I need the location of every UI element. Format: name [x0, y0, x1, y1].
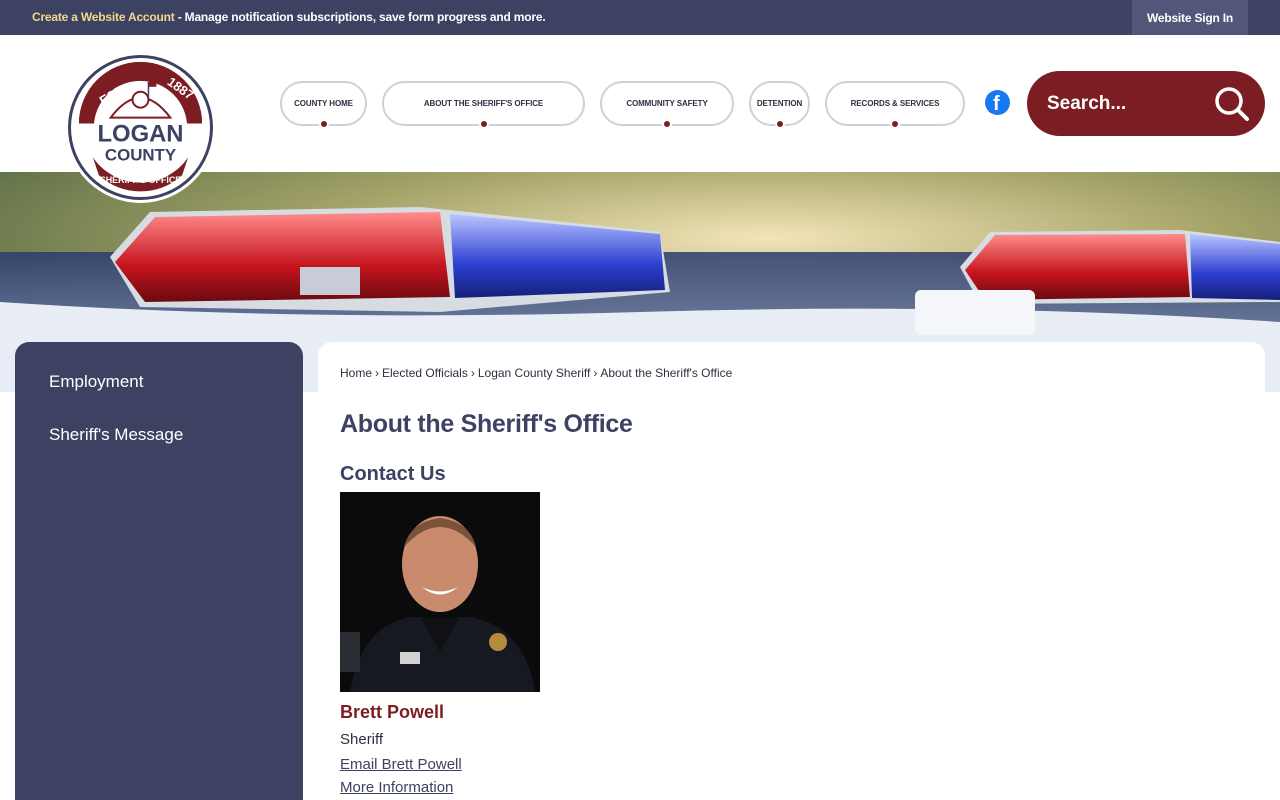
- breadcrumb-logan-county-sheriff[interactable]: Logan County Sheriff: [478, 366, 591, 380]
- search-box: [1027, 71, 1265, 136]
- create-account-link[interactable]: Create a Website Account: [32, 10, 175, 24]
- nav-community-safety[interactable]: COMMUNITY SAFETY: [600, 81, 734, 129]
- nav-label: ABOUT THE SHERIFF'S OFFICE: [423, 99, 544, 108]
- logo-line1-text: LOGAN: [98, 120, 184, 147]
- top-bar: Create a Website Account - Manage notifi…: [0, 0, 1280, 35]
- main-content: Home › Elected Officials › Logan County Sher…: [318, 342, 1265, 800]
- breadcrumb-current: About the Sheriff's Office: [600, 366, 733, 380]
- website-sign-in-button[interactable]: Website Sign In: [1132, 0, 1248, 35]
- facebook-icon[interactable]: f: [985, 90, 1010, 115]
- breadcrumb-separator: ›: [593, 366, 598, 380]
- breadcrumb-separator: ›: [470, 366, 475, 380]
- person-role: Sheriff: [340, 731, 384, 748]
- breadcrumb-elected-officials[interactable]: Elected Officials: [382, 366, 468, 380]
- sidebar-item-sheriffs-message[interactable]: Sheriff's Message: [15, 425, 303, 478]
- breadcrumb-home[interactable]: Home: [340, 366, 372, 380]
- logan-county-sheriff-logo[interactable]: EST. 1887 LOGAN COUNTY SHERIFF'S OFFICE: [68, 55, 213, 200]
- nav-label: DETENTION: [756, 99, 803, 108]
- nav-dot-icon: [662, 119, 672, 129]
- logo-ring-text: SHERIFF'S OFFICE: [100, 175, 181, 185]
- nav-county-home[interactable]: COUNTY HOME: [280, 81, 367, 129]
- search-input[interactable]: [1047, 89, 1197, 119]
- nav-label: COMMUNITY SAFETY: [626, 99, 708, 108]
- more-information-link[interactable]: More Information: [340, 779, 1243, 796]
- nav-label: RECORDS & SERVICES: [850, 99, 940, 108]
- nav-records-services[interactable]: RECORDS & SERVICES: [825, 81, 965, 129]
- breadcrumb-separator: ›: [375, 366, 380, 380]
- sheriff-photo: [340, 492, 540, 692]
- email-person-link[interactable]: Email Brett Powell: [340, 756, 1243, 773]
- section-title: Contact Us: [340, 463, 446, 485]
- nav-dot-icon: [890, 119, 900, 129]
- nav-dot-icon: [478, 119, 489, 129]
- account-promo-text: - Manage notification subscriptions, sav…: [174, 10, 546, 24]
- sheriff-badge-icon: EST. 1887 LOGAN COUNTY SHERIFF'S OFFICE: [71, 58, 210, 197]
- sidebar: Employment Sheriff's Message: [15, 342, 303, 800]
- account-promo: Create a Website Account - Manage notifi…: [32, 10, 546, 24]
- logo-line2-text: COUNTY: [105, 145, 176, 164]
- nav-label: COUNTY HOME: [294, 99, 353, 108]
- sheriff-portrait-image: [340, 492, 540, 692]
- sidebar-item-employment[interactable]: Employment: [15, 372, 303, 425]
- nav-dot-icon: [774, 119, 785, 129]
- breadcrumb: Home › Elected Officials › Logan County Sher…: [340, 366, 1243, 380]
- nav-dot-icon: [318, 119, 329, 129]
- search-icon[interactable]: [1213, 85, 1251, 123]
- nav-detention[interactable]: DETENTION: [749, 81, 810, 129]
- person-name: Brett Powell: [340, 702, 445, 722]
- nav-about-sheriffs-office[interactable]: ABOUT THE SHERIFF'S OFFICE: [382, 81, 585, 129]
- page-title: About the Sheriff's Office: [340, 410, 633, 438]
